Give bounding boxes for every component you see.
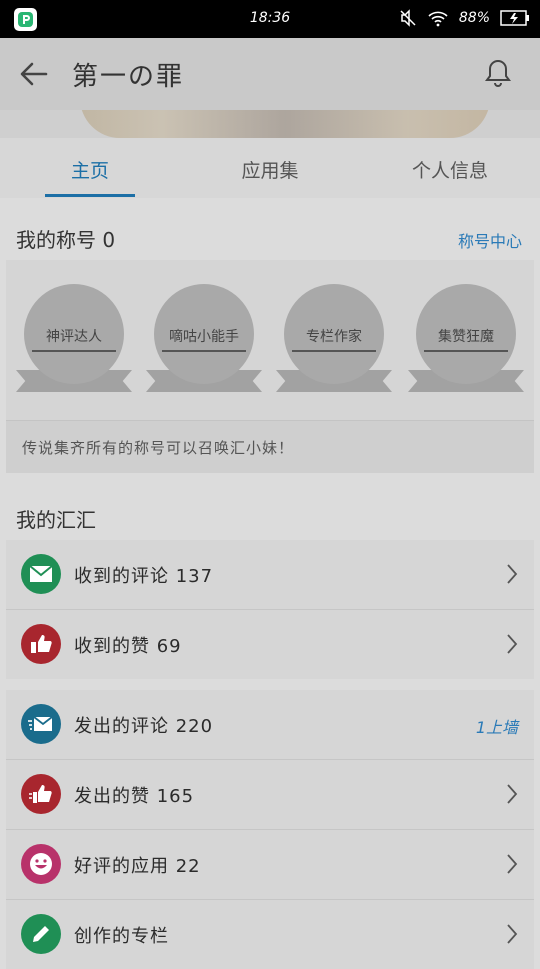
chevron-right-icon xyxy=(507,564,518,584)
my-section-title: 我的汇汇 xyxy=(16,508,96,532)
app-header: 第一の罪 xyxy=(0,38,540,111)
list-item-label: 收到的赞 69 xyxy=(74,636,182,657)
mute-icon xyxy=(400,9,416,27)
badge-label: 专栏作家 xyxy=(292,326,376,352)
back-arrow-icon[interactable] xyxy=(18,60,50,88)
list-item-received-comments[interactable]: 收到的评论 137 xyxy=(6,540,534,610)
list-item-received-likes[interactable]: 收到的赞 69 xyxy=(6,610,534,679)
list-item-sent-likes[interactable]: 发出的赞 165 xyxy=(6,760,534,830)
send-thumb-icon xyxy=(21,774,61,814)
tab-home[interactable]: 主页 xyxy=(0,156,180,183)
badge-label: 嘀咕小能手 xyxy=(162,326,246,352)
badge-center-link[interactable]: 称号中心 xyxy=(458,228,522,252)
tab-bar: 主页 应用集 个人信息 xyxy=(0,138,540,198)
sent-card: 发出的评论 220 1上墙 发出的赞 165 好评的应用 22 创作的专栏 xyxy=(6,690,534,969)
list-item-label: 好评的应用 22 xyxy=(74,856,201,877)
badge-item[interactable]: 嘀咕小能手 xyxy=(146,284,262,394)
list-item-label: 发出的评论 220 xyxy=(74,716,214,737)
chevron-right-icon xyxy=(507,634,518,654)
badges-hint: 传说集齐所有的称号可以召唤汇小妹！ xyxy=(6,420,534,473)
banner-artwork xyxy=(80,110,490,138)
wifi-icon xyxy=(428,11,448,27)
badge-label: 神评达人 xyxy=(32,326,116,352)
list-item-created-columns[interactable]: 创作的专栏 xyxy=(6,900,534,969)
pencil-icon xyxy=(21,914,61,954)
badges-section-title: 我的称号 0 xyxy=(16,228,116,252)
tab-personal-info[interactable]: 个人信息 xyxy=(360,156,540,183)
thumb-up-icon xyxy=(21,624,61,664)
badge-label: 集赞狂魔 xyxy=(424,326,508,352)
status-bar: 18:36 88% xyxy=(0,0,540,38)
badges-hint-text: 传说集齐所有的称号可以召唤汇小妹！ xyxy=(22,439,295,457)
smile-icon xyxy=(21,844,61,884)
badges-card: 神评达人 嘀咕小能手 专栏作家 集赞狂魔 xyxy=(6,260,534,420)
mail-icon xyxy=(21,554,61,594)
page-title: 第一の罪 xyxy=(72,62,185,92)
profile-banner xyxy=(0,110,540,138)
bell-icon[interactable] xyxy=(484,58,512,88)
received-card: 收到的评论 137 收到的赞 69 xyxy=(6,540,534,679)
badge-item[interactable]: 神评达人 xyxy=(16,284,132,394)
badge-item[interactable]: 集赞狂魔 xyxy=(408,284,524,394)
badge-item[interactable]: 专栏作家 xyxy=(276,284,392,394)
list-item-label: 发出的赞 165 xyxy=(74,786,195,807)
list-item-label: 收到的评论 137 xyxy=(74,566,214,587)
battery-charging-icon xyxy=(500,10,529,26)
chevron-right-icon xyxy=(507,784,518,804)
active-tab-indicator xyxy=(45,194,135,197)
tab-app-collections[interactable]: 应用集 xyxy=(180,156,360,183)
battery-percent: 88% xyxy=(458,10,490,26)
list-item-liked-apps[interactable]: 好评的应用 22 xyxy=(6,830,534,900)
send-mail-icon xyxy=(21,704,61,744)
chevron-right-icon xyxy=(507,854,518,874)
featured-count: 1上墙 xyxy=(475,718,518,737)
chevron-right-icon xyxy=(507,924,518,944)
list-item-sent-comments[interactable]: 发出的评论 220 1上墙 xyxy=(6,690,534,760)
list-item-label: 创作的专栏 xyxy=(74,926,169,947)
